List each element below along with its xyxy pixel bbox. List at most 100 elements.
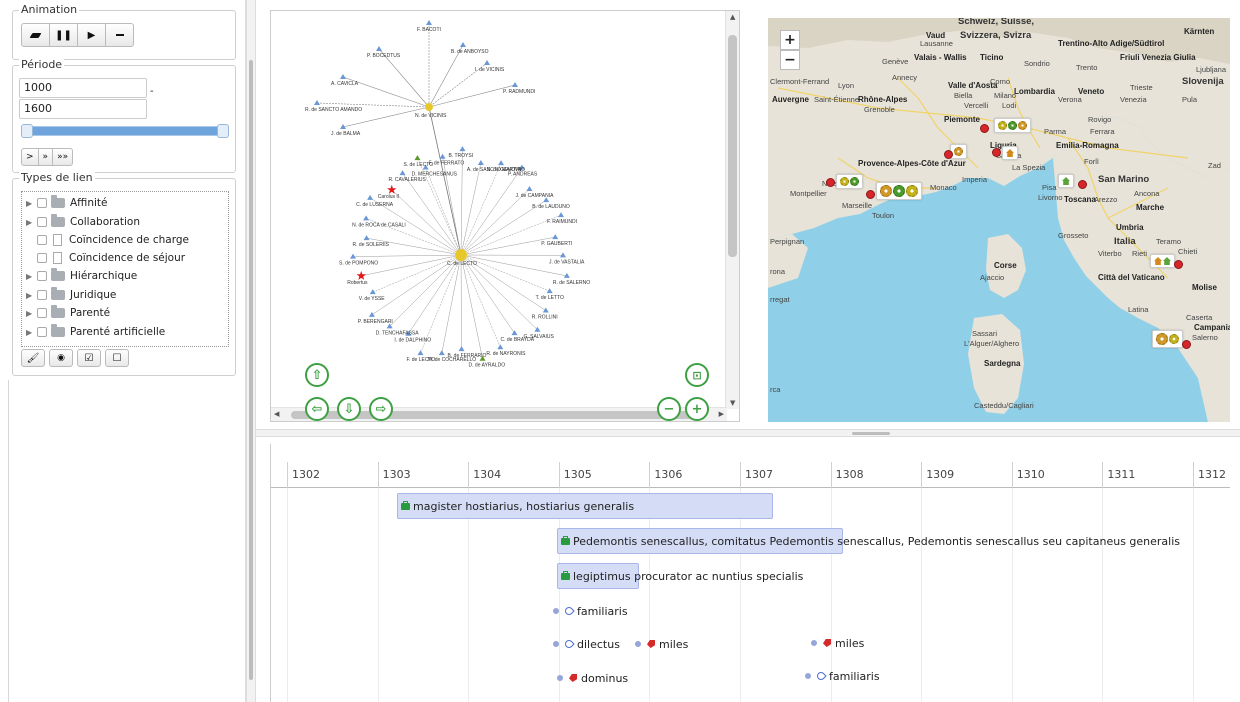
map-marker-liguria[interactable] — [1002, 146, 1018, 160]
play-button[interactable]: ▶ — [77, 23, 106, 47]
expand-arrow-icon[interactable]: ▶ — [26, 272, 35, 281]
expand-arrow-icon[interactable]: ▶ — [26, 309, 35, 318]
scroll-up-arrow-icon[interactable]: ▲ — [730, 13, 735, 21]
map-marker-pisa[interactable] — [1058, 174, 1074, 188]
timeline-point[interactable] — [635, 641, 641, 647]
scroll-left-arrow-icon[interactable]: ◀ — [274, 410, 279, 418]
period-end-input[interactable]: 1600 — [19, 99, 147, 119]
map-pin[interactable] — [826, 178, 835, 187]
pause-button[interactable]: ❚❚ — [49, 23, 78, 47]
eraser-button[interactable] — [21, 23, 50, 47]
graph-node[interactable] — [314, 100, 320, 105]
tree-checkbox[interactable] — [37, 327, 47, 337]
timeline-point[interactable] — [553, 641, 559, 647]
graph-node[interactable] — [414, 155, 421, 161]
graph-node[interactable] — [458, 346, 465, 352]
graph-node[interactable] — [552, 234, 559, 240]
stop-button[interactable] — [105, 23, 134, 47]
graph-node[interactable] — [546, 288, 553, 294]
timeline-point-label[interactable]: familiaris — [563, 603, 628, 619]
period-slider-handle-start[interactable] — [21, 124, 33, 138]
vertical-splitter[interactable] — [246, 0, 256, 702]
graph-node[interactable] — [512, 82, 518, 87]
timeline-point[interactable] — [811, 640, 817, 646]
zoom-out-graph-button[interactable]: − — [657, 397, 681, 421]
graph-node[interactable] — [350, 253, 357, 259]
timeline-bar-label[interactable]: Pedemontis senescallus, comitatus Pedemo… — [561, 533, 1180, 549]
expand-arrow-icon[interactable]: ▶ — [26, 199, 35, 208]
graph-node[interactable] — [376, 46, 382, 51]
timeline-point[interactable] — [805, 673, 811, 679]
horizontal-splitter[interactable] — [256, 429, 1240, 437]
map-marker-piemonte[interactable] — [994, 118, 1031, 133]
graph-node[interactable] — [559, 252, 566, 258]
graph-hub-node[interactable] — [455, 249, 467, 261]
tree-checkbox[interactable] — [37, 235, 47, 245]
period-start-input[interactable]: 1000 — [19, 78, 147, 98]
expand-arrow-icon[interactable]: ▶ — [26, 291, 35, 300]
tree-checkbox[interactable] — [37, 271, 47, 281]
uncheck-all-button[interactable]: ☐ — [105, 349, 129, 367]
map-pin[interactable] — [1174, 260, 1183, 269]
timeline-point-label[interactable]: familiaris — [815, 668, 880, 684]
period-slider[interactable] — [21, 124, 229, 138]
timeline-point[interactable] — [557, 675, 563, 681]
tree-item-collaboration[interactable]: ▶ Collaboration — [22, 213, 140, 231]
map-panel[interactable]: Schweiz, Suisse, Svizzera, Svizra Vaud L… — [768, 18, 1230, 422]
graph-node-star[interactable] — [387, 184, 397, 194]
map-zoom-out-button[interactable]: − — [780, 50, 800, 70]
graph-node[interactable] — [477, 159, 484, 165]
map-pin[interactable] — [866, 190, 875, 199]
map-marker-nice[interactable] — [836, 174, 863, 189]
scroll-down-arrow-icon[interactable]: ▼ — [730, 399, 735, 407]
graph-node[interactable] — [363, 235, 370, 241]
tree-item-affinite[interactable]: ▶ Affinité — [22, 194, 107, 212]
tree-item-coincidence-sejour[interactable]: Coïncidence de séjour — [22, 249, 185, 267]
timeline-point-label[interactable]: dominus — [569, 670, 628, 686]
tree-item-juridique[interactable]: ▶ Juridique — [22, 286, 116, 304]
graph-node[interactable] — [497, 344, 504, 350]
timeline-bar-label[interactable]: legiptimus procurator ac nuntius special… — [561, 568, 803, 584]
graph-node[interactable] — [340, 74, 346, 79]
graph-node[interactable] — [399, 170, 406, 176]
map-pin[interactable] — [1078, 180, 1087, 189]
hide-button[interactable]: ◉ — [49, 349, 73, 367]
graph-vertical-scroll-thumb[interactable] — [728, 35, 737, 257]
period-slider-handle-end[interactable] — [217, 124, 229, 138]
graph-vertical-scrollbar[interactable]: ▲ ▼ — [725, 11, 739, 409]
expand-arrow-icon[interactable]: ▶ — [26, 218, 35, 227]
graph-node[interactable] — [484, 60, 490, 65]
map-canvas[interactable]: Schweiz, Suisse, Svizzera, Svizra Vaud L… — [768, 18, 1230, 422]
graph-node[interactable] — [363, 215, 370, 221]
map-pin[interactable] — [944, 150, 953, 159]
pan-right-button[interactable]: ⇨ — [369, 397, 393, 421]
map-zoom-in-button[interactable]: + — [780, 30, 800, 50]
graph-node[interactable] — [542, 307, 549, 313]
graph-node[interactable] — [498, 160, 505, 166]
vertical-splitter-handle[interactable] — [249, 60, 253, 680]
graph-node[interactable] — [511, 330, 518, 336]
scroll-right-arrow-icon[interactable]: ▶ — [719, 410, 724, 418]
timeline-point-label[interactable]: miles — [823, 635, 864, 651]
timeline-point-label[interactable]: dilectus — [563, 636, 620, 652]
timeline-point-label[interactable]: miles — [647, 636, 688, 652]
step-one-button[interactable]: > — [21, 148, 39, 166]
step-three-button[interactable]: »» — [52, 148, 74, 166]
map-marker-alba[interactable] — [950, 144, 967, 159]
horizontal-splitter-handle[interactable] — [852, 432, 890, 435]
tree-item-parente-artificielle[interactable]: ▶ Parenté artificielle — [22, 323, 165, 341]
fit-view-button[interactable]: ⊡ — [685, 363, 709, 387]
timeline-bar-label[interactable]: magister hostiarius, hostiarius generali… — [401, 498, 634, 514]
graph-node[interactable] — [368, 311, 375, 317]
graph-hub-node[interactable] — [425, 103, 433, 111]
tree-item-parente[interactable]: ▶ Parenté — [22, 304, 110, 322]
tree-item-hierarchique[interactable]: ▶ Hiérarchique — [22, 267, 137, 285]
brush-button[interactable]: 🖌 — [21, 349, 45, 367]
timeline-point[interactable] — [553, 608, 559, 614]
graph-node[interactable] — [367, 194, 374, 200]
timeline-panel[interactable]: 1302 1303 1304 1305 1306 1307 1308 1309 1310 1311… — [270, 444, 1230, 702]
network-graph[interactable]: F. BACOTI P. BOCEDTUS B. de ANBOYSO I. de V… — [271, 11, 727, 409]
tree-checkbox[interactable] — [37, 198, 47, 208]
graph-node[interactable] — [460, 42, 466, 47]
graph-node-star[interactable] — [356, 270, 367, 280]
